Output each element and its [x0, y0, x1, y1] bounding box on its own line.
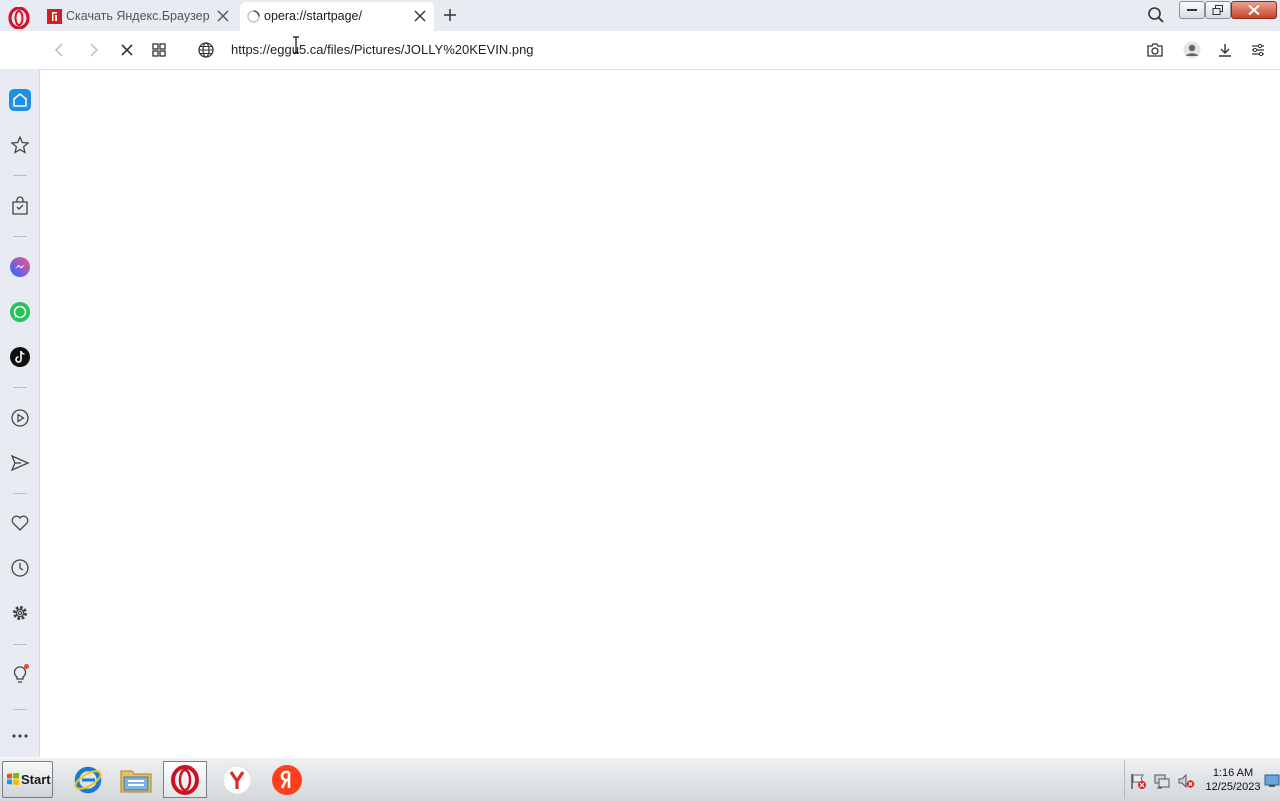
sidebar-more-button[interactable] — [9, 725, 31, 747]
sidebar-item-player[interactable] — [9, 407, 31, 429]
sidebar-item-pinboards[interactable] — [9, 512, 31, 534]
system-tray: 1:16 AM 12/25/2023 — [1124, 760, 1280, 799]
sidebar-item-tips[interactable] — [9, 663, 31, 685]
send-icon — [10, 454, 30, 472]
taskbar-app-file-explorer[interactable] — [114, 761, 158, 798]
tab-yandex-download[interactable]: Скачать Яндекс.Браузер — [40, 2, 240, 31]
opera-icon — [171, 764, 199, 795]
close-tab-icon[interactable] — [217, 10, 229, 22]
text-cursor-icon — [293, 36, 299, 54]
tab-search-icon[interactable] — [1147, 6, 1165, 24]
sidebar-item-whatsapp[interactable] — [9, 301, 31, 323]
sidebar-separator — [13, 709, 27, 710]
opera-logo-icon[interactable] — [8, 7, 30, 29]
snapshot-camera-icon[interactable] — [1146, 41, 1164, 59]
tab-grid-icon[interactable] — [150, 41, 168, 59]
windows-logo-icon — [7, 772, 19, 786]
yandex-browser-icon — [222, 765, 252, 794]
lightbulb-icon — [13, 664, 29, 683]
loading-spinner-icon — [247, 10, 260, 23]
sidebar-separator — [13, 644, 27, 645]
sidebar-item-history[interactable] — [9, 557, 31, 579]
sidebar-separator — [13, 236, 27, 237]
stop-loading-icon[interactable] — [118, 41, 136, 59]
folder-icon — [120, 770, 152, 792]
close-tab-icon[interactable] — [414, 10, 426, 22]
sidebar-item-tiktok[interactable] — [9, 346, 31, 368]
heart-icon — [11, 515, 29, 531]
close-icon — [1248, 5, 1260, 15]
downloads-icon[interactable] — [1216, 41, 1234, 59]
taskbar-app-yandex-browser[interactable] — [215, 761, 259, 798]
profile-avatar-icon[interactable] — [1183, 41, 1201, 59]
restore-icon — [1212, 5, 1223, 15]
clock-time: 1:16 AM — [1212, 767, 1254, 779]
messenger-icon — [10, 257, 30, 277]
whatsapp-icon — [10, 302, 30, 322]
sidebar-item-home[interactable] — [9, 89, 31, 111]
start-button[interactable]: Start — [2, 761, 53, 798]
sidebar-item-send[interactable] — [9, 452, 31, 474]
easy-setup-icon[interactable] — [1249, 41, 1267, 59]
sidebar-item-settings[interactable] — [9, 602, 31, 624]
bag-icon — [12, 196, 28, 215]
taskbar-app-internet-explorer[interactable] — [66, 761, 110, 798]
taskbar-app-opera[interactable] — [163, 761, 207, 798]
tab-strip: Скачать Яндекс.Браузер opera://startpage… — [0, 0, 1280, 31]
globe-icon[interactable] — [197, 41, 215, 59]
url-text[interactable]: https://eggu5.ca/files/Pictures/JOLLY%20… — [231, 42, 534, 57]
taskbar-clock[interactable]: 1:16 AM 12/25/2023 — [1202, 766, 1264, 794]
internet-explorer-icon — [74, 766, 102, 793]
settings-icon — [13, 606, 27, 620]
clock-date: 12/25/2023 — [1205, 781, 1261, 793]
star-icon — [10, 135, 30, 154]
new-tab-plus-icon[interactable] — [442, 7, 458, 23]
sidebar — [0, 69, 40, 757]
tiktok-icon — [10, 347, 30, 367]
network-icon[interactable] — [1153, 772, 1171, 790]
page-content — [40, 70, 1280, 757]
sidebar-item-speed-dial[interactable] — [9, 134, 31, 156]
more-icon — [12, 734, 28, 738]
yandex-icon — [272, 764, 302, 795]
sidebar-separator — [13, 387, 27, 388]
player-icon — [11, 409, 29, 427]
minimize-button[interactable] — [1179, 1, 1205, 19]
tab-title: Скачать Яндекс.Браузер — [66, 9, 210, 23]
yandex-favicon-icon — [47, 9, 62, 24]
back-icon[interactable] — [51, 41, 69, 59]
tab-title: opera://startpage/ — [264, 9, 362, 23]
sidebar-separator — [13, 175, 27, 176]
start-label: Start — [21, 772, 51, 787]
taskbar-app-yandex[interactable] — [265, 761, 309, 798]
forward-icon[interactable] — [84, 41, 102, 59]
address-bar: https://eggu5.ca/files/Pictures/JOLLY%20… — [40, 31, 1280, 70]
history-icon — [11, 559, 29, 577]
home-icon — [13, 93, 27, 107]
sidebar-separator — [13, 493, 27, 494]
minimize-icon — [1187, 9, 1197, 11]
sidebar-item-messenger[interactable] — [9, 256, 31, 278]
sidebar-item-shopping[interactable] — [9, 195, 31, 217]
volume-muted-icon[interactable] — [1177, 772, 1195, 790]
restore-button[interactable] — [1205, 1, 1231, 19]
show-desktop-icon[interactable] — [1264, 773, 1280, 789]
taskbar: Start 1:16 AM 12/25/2023 — [0, 757, 1280, 801]
tab-startpage[interactable]: opera://startpage/ — [240, 2, 434, 31]
close-window-button[interactable] — [1231, 1, 1277, 19]
action-center-flag-icon[interactable] — [1129, 772, 1147, 790]
